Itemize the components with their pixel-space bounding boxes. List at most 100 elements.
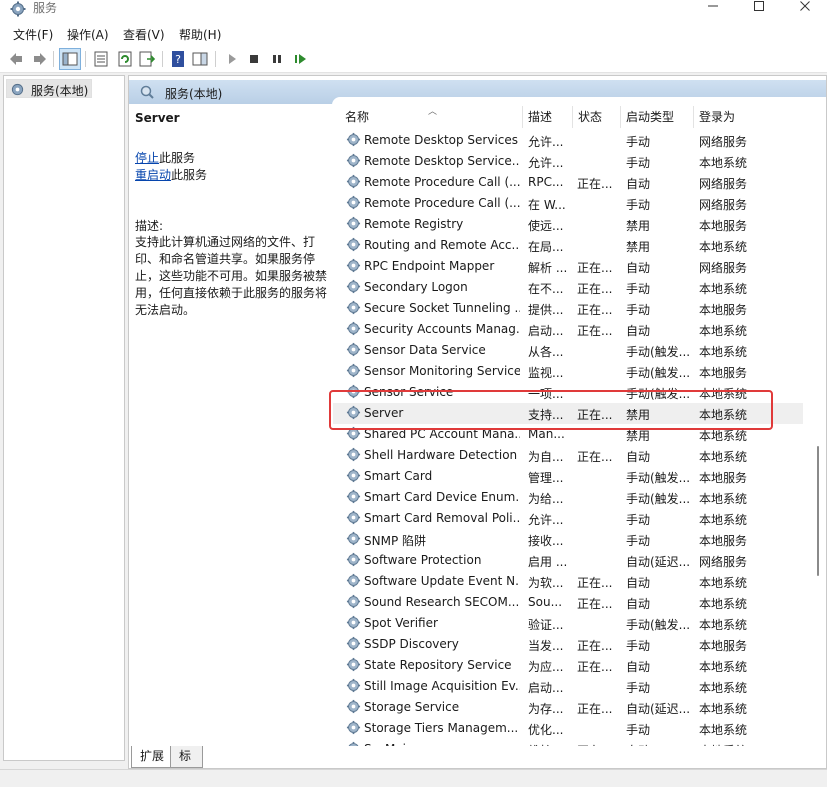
- stop-service-link[interactable]: 停止: [135, 151, 159, 165]
- service-row[interactable]: State Repository Service 为应... 正在... 自动 本地系统: [333, 655, 803, 676]
- service-name: Smart Card Device Enum...: [364, 490, 520, 504]
- service-description: 在 W...: [528, 198, 566, 212]
- service-log-on-as: 本地系统: [699, 429, 748, 443]
- service-description: 在局...: [528, 240, 564, 254]
- status-bar: [0, 769, 827, 787]
- tab-extended[interactable]: 扩展: [131, 746, 171, 768]
- service-row[interactable]: Server 支持... 正在... 禁用 本地系统: [333, 403, 803, 424]
- service-startup-type: 手动(触发...: [626, 366, 691, 380]
- service-gear-icon: [346, 720, 361, 738]
- service-description: 解析 ...: [528, 261, 568, 275]
- maximize-icon: [754, 1, 764, 11]
- column-header-status[interactable]: 状态: [572, 106, 620, 128]
- service-row[interactable]: SSDP Discovery 当发... 正在... 手动 本地服务: [333, 634, 803, 655]
- export-list-icon[interactable]: [138, 50, 156, 68]
- service-row[interactable]: Sensor Monitoring Service 监视... 手动(触发... 本地…: [333, 361, 803, 382]
- service-row[interactable]: Secure Socket Tunneling ... 提供... 正在... 手动 本…: [333, 298, 803, 319]
- service-row[interactable]: Sensor Service 一项... 手动(触发... 本地系统: [333, 382, 803, 403]
- column-header-log-on-as[interactable]: 登录为: [693, 106, 783, 128]
- scrollbar-thumb[interactable]: [817, 446, 819, 576]
- service-gear-icon: [346, 678, 361, 696]
- refresh-icon[interactable]: [116, 50, 134, 68]
- menu-view[interactable]: 查看(V): [123, 26, 165, 43]
- service-row[interactable]: Smart Card Device Enum... 为给... 手动(触发... 本地…: [333, 487, 803, 508]
- column-header-startup-type[interactable]: 启动类型: [620, 106, 693, 128]
- service-row[interactable]: Remote Registry 使远... 禁用 本地服务: [333, 214, 803, 235]
- vertical-scrollbar[interactable]: [812, 106, 824, 746]
- services-panel: 服务(本地) Server 停止此服务 重启动此服务 描述: 支持此计算机通过网…: [128, 75, 827, 769]
- tree-node-services-local[interactable]: 服务(本地): [6, 79, 92, 98]
- service-row[interactable]: Storage Service 为存... 正在... 自动(延迟... 本地系统: [333, 697, 803, 718]
- service-description: 支持...: [528, 408, 564, 422]
- menu-action[interactable]: 操作(A): [67, 26, 109, 43]
- service-row[interactable]: Smart Card 管理... 手动(触发... 本地服务: [333, 466, 803, 487]
- service-row[interactable]: Remote Procedure Call (... RPC... 正在... 自动 网…: [333, 172, 803, 193]
- service-row[interactable]: Remote Procedure Call (... 在 W... 手动 网络服务: [333, 193, 803, 214]
- service-row[interactable]: Security Accounts Manag... 启动... 正在... 自动 本地…: [333, 319, 803, 340]
- title-bar: 服务: [0, 0, 827, 22]
- service-status: 正在...: [577, 576, 613, 590]
- service-row[interactable]: Remote Desktop Service... 允许... 手动 本地系统: [333, 151, 803, 172]
- console-tree: 服务(本地): [3, 75, 125, 761]
- forward-arrow-icon[interactable]: [30, 50, 48, 68]
- service-description: 提供...: [528, 303, 564, 317]
- restart-service-icon[interactable]: [291, 50, 309, 68]
- stop-service-icon[interactable]: [245, 50, 263, 68]
- service-name: Remote Procedure Call (...: [364, 175, 520, 189]
- toolbar-separator: [85, 51, 86, 67]
- show-hide-console-tree-button[interactable]: [59, 48, 81, 70]
- services-gear-icon: [11, 83, 24, 96]
- service-startup-type: 自动: [626, 324, 651, 338]
- service-log-on-as: 本地系统: [699, 660, 748, 674]
- service-log-on-as: 本地系统: [699, 282, 748, 296]
- tab-standard[interactable]: 标准: [170, 746, 203, 783]
- service-gear-icon: [346, 321, 361, 339]
- service-row[interactable]: SysMain维护...正在...自动本地系统: [333, 739, 803, 746]
- service-row[interactable]: RPC Endpoint Mapper 解析 ... 正在... 自动 网络服务: [333, 256, 803, 277]
- menu-file[interactable]: 文件(F): [13, 26, 53, 43]
- services-gear-icon: [10, 1, 26, 17]
- service-description: 为给...: [528, 492, 564, 506]
- service-row[interactable]: Storage Tiers Managem... 优化... 手动 本地系统: [333, 718, 803, 739]
- window-title: 服务: [33, 1, 58, 15]
- service-row[interactable]: Software Protection 启用 ... 自动(延迟... 网络服务: [333, 550, 803, 571]
- service-log-on-as: 本地服务: [699, 219, 748, 233]
- service-gear-icon: [346, 594, 361, 612]
- service-row[interactable]: Software Update Event N... 为软... 正在... 自动 本地…: [333, 571, 803, 592]
- service-log-on-as: 本地系统: [699, 723, 748, 737]
- restart-service-link[interactable]: 重启动: [135, 168, 171, 182]
- service-startup-type: 禁用: [626, 219, 651, 233]
- service-row[interactable]: Secondary Logon 在不... 正在... 手动 本地系统: [333, 277, 803, 298]
- service-row[interactable]: Sensor Data Service 从各... 手动(触发... 本地系统: [333, 340, 803, 361]
- services-list: 名称 ︿ 描述 状态 启动类型 登录为 Remote Desktop Servi…: [333, 104, 803, 746]
- service-row[interactable]: Routing and Remote Acc... 在局... 禁用 本地系统: [333, 235, 803, 256]
- service-description: 为自...: [528, 450, 564, 464]
- properties-icon[interactable]: [92, 50, 110, 68]
- service-row[interactable]: Remote Desktop Services 允许... 手动 网络服务: [333, 130, 803, 151]
- service-log-on-as: 本地系统: [699, 681, 748, 695]
- show-action-pane-icon[interactable]: [191, 50, 209, 68]
- service-row[interactable]: Spot Verifier 验证... 手动(触发... 本地系统: [333, 613, 803, 634]
- maximize-button[interactable]: [736, 0, 782, 18]
- start-service-icon[interactable]: [223, 50, 241, 68]
- close-button[interactable]: [782, 0, 827, 18]
- service-name: Spot Verifier: [364, 616, 438, 630]
- service-name: SNMP 陷阱: [364, 534, 426, 548]
- help-icon[interactable]: ?: [169, 50, 187, 68]
- service-row[interactable]: Shared PC Account Mana... Man... 禁用 本地系统: [333, 424, 803, 445]
- service-row[interactable]: Still Image Acquisition Ev... 启动... 手动 本地系统: [333, 676, 803, 697]
- pause-service-icon[interactable]: [268, 50, 286, 68]
- column-header-description[interactable]: 描述: [522, 106, 572, 128]
- service-startup-type: 自动: [626, 261, 651, 275]
- service-name: RPC Endpoint Mapper: [364, 259, 495, 273]
- service-row[interactable]: SNMP 陷阱 接收... 手动 本地服务: [333, 529, 803, 550]
- service-description: RPC...: [528, 175, 564, 189]
- back-arrow-icon[interactable]: [8, 50, 26, 68]
- minimize-button[interactable]: [690, 0, 736, 18]
- service-row[interactable]: Shell Hardware Detection 为自... 正在... 自动 本地系统: [333, 445, 803, 466]
- service-row[interactable]: Sound Research SECOM... Sou... 正在... 自动 本地系统: [333, 592, 803, 613]
- service-gear-icon: [346, 636, 361, 654]
- menu-help[interactable]: 帮助(H): [179, 26, 221, 43]
- service-gear-icon: [346, 132, 361, 150]
- service-row[interactable]: Smart Card Removal Poli... 允许... 手动 本地系统: [333, 508, 803, 529]
